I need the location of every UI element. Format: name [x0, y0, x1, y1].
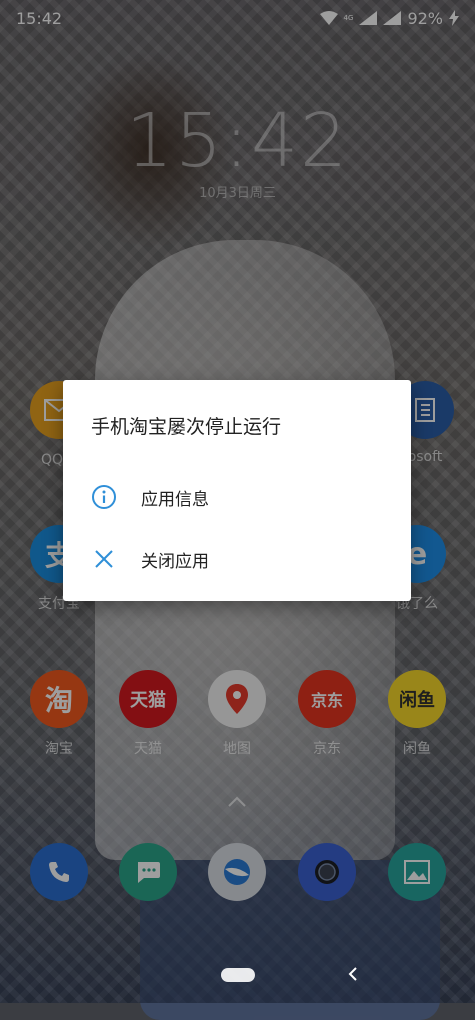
close-icon: [95, 550, 113, 568]
app-info-label: 应用信息: [141, 489, 209, 510]
close-app-option[interactable]: 关闭应用: [63, 532, 411, 586]
dialog-title: 手机淘宝屡次停止运行: [91, 416, 282, 438]
home-pill[interactable]: [221, 968, 255, 982]
app-crash-dialog: 手机淘宝屡次停止运行 应用信息 关闭应用: [63, 380, 411, 601]
info-icon: [92, 485, 116, 509]
back-chevron-icon[interactable]: [347, 966, 359, 982]
close-app-label: 关闭应用: [141, 551, 209, 572]
app-info-option[interactable]: 应用信息: [63, 470, 411, 524]
